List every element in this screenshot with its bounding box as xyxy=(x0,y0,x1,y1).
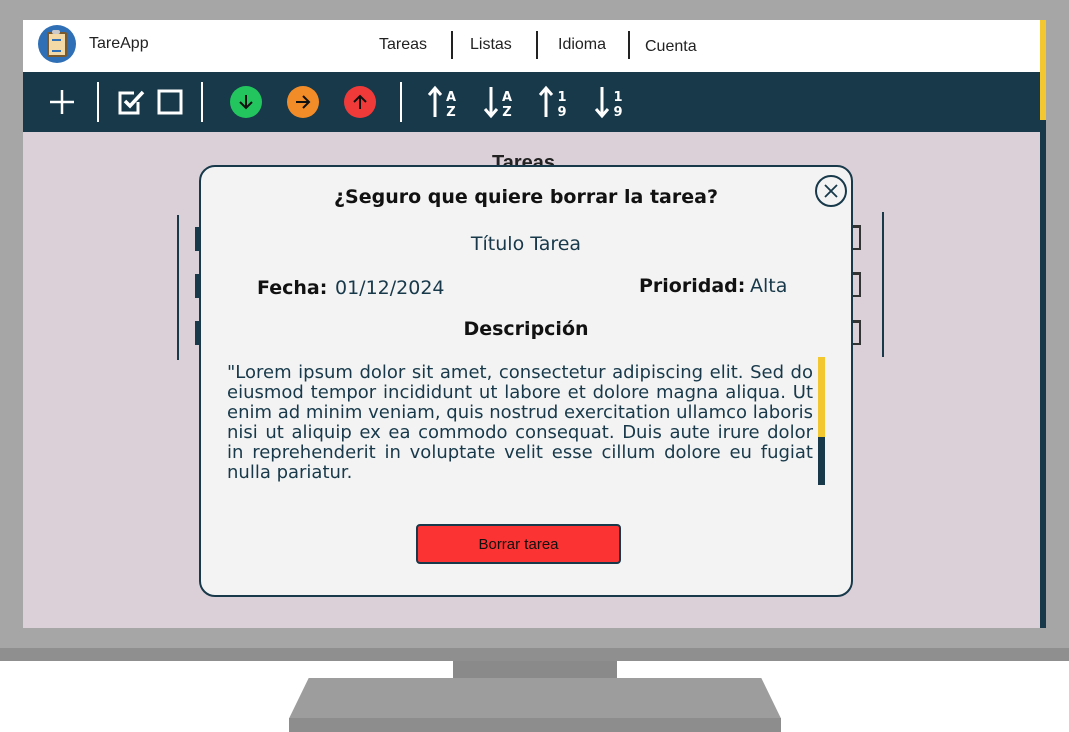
toolbar-divider xyxy=(97,82,99,122)
nav-item-listas[interactable]: Listas xyxy=(470,36,512,54)
sort-label: A xyxy=(502,90,512,105)
add-icon[interactable] xyxy=(45,72,79,132)
priority-low-icon[interactable] xyxy=(229,72,263,132)
date-value: 01/12/2024 xyxy=(335,277,445,299)
sort-label: Z xyxy=(502,105,511,119)
dialog-title: ¿Seguro que quiere borrar la tarea? xyxy=(334,186,718,208)
toolbar-divider xyxy=(201,82,203,122)
page-scrollbar[interactable] xyxy=(1040,20,1046,628)
nav-item-idioma[interactable]: Idioma xyxy=(558,36,606,54)
sort-label: 1 xyxy=(557,90,566,105)
nav-divider xyxy=(451,31,453,59)
background-list-border xyxy=(177,215,179,360)
date-label: Fecha: xyxy=(257,277,328,299)
sort-alpha-asc-icon[interactable]: A Z xyxy=(425,72,461,132)
toolbar: A Z A Z 1 9 1 9 xyxy=(23,72,1040,132)
checkbox-checked-icon[interactable] xyxy=(115,72,147,132)
delete-task-dialog: ¿Seguro que quiere borrar la tarea? Títu… xyxy=(199,165,853,597)
sort-label: 9 xyxy=(557,105,566,119)
monitor-bezel xyxy=(0,648,1069,661)
sort-num-desc-icon[interactable]: 1 9 xyxy=(592,72,628,132)
toolbar-divider xyxy=(400,82,402,122)
clipboard-icon[interactable] xyxy=(38,25,76,63)
background-list-border xyxy=(882,212,884,357)
sort-label: Z xyxy=(446,105,455,119)
priority-high-icon[interactable] xyxy=(343,72,377,132)
priority-medium-icon[interactable] xyxy=(286,72,320,132)
monitor-stand-shadow xyxy=(289,718,781,732)
sort-label: 1 xyxy=(613,90,622,105)
task-title: Título Tarea xyxy=(470,233,582,255)
close-icon[interactable] xyxy=(815,175,847,207)
sort-alpha-desc-icon[interactable]: A Z xyxy=(481,72,517,132)
description-scrollbar[interactable] xyxy=(818,357,825,485)
nav-divider xyxy=(536,31,538,59)
priority-label: Prioridad: xyxy=(639,275,746,297)
sort-label: A xyxy=(446,90,456,105)
nav-divider xyxy=(628,31,630,59)
app-name: TareApp xyxy=(89,35,149,52)
top-bar: TareApp Tareas Listas Idioma Cuenta xyxy=(23,20,1040,72)
description-text: "Lorem ipsum dolor sit amet, consectetur… xyxy=(227,362,813,483)
delete-task-button[interactable]: Borrar tarea xyxy=(416,524,621,564)
sort-num-asc-icon[interactable]: 1 9 xyxy=(536,72,572,132)
description-scroll-thumb[interactable] xyxy=(818,357,825,437)
nav-item-cuenta[interactable]: Cuenta xyxy=(645,38,697,56)
page-scroll-thumb[interactable] xyxy=(1040,20,1046,120)
description-heading: Descripción xyxy=(463,318,589,340)
app-screen: TareApp Tareas Listas Idioma Cuenta A Z … xyxy=(23,20,1046,628)
checkbox-empty-icon[interactable] xyxy=(155,72,185,132)
nav-item-tareas[interactable]: Tareas xyxy=(379,36,427,54)
sort-label: 9 xyxy=(613,105,622,119)
priority-value: Alta xyxy=(750,275,788,297)
